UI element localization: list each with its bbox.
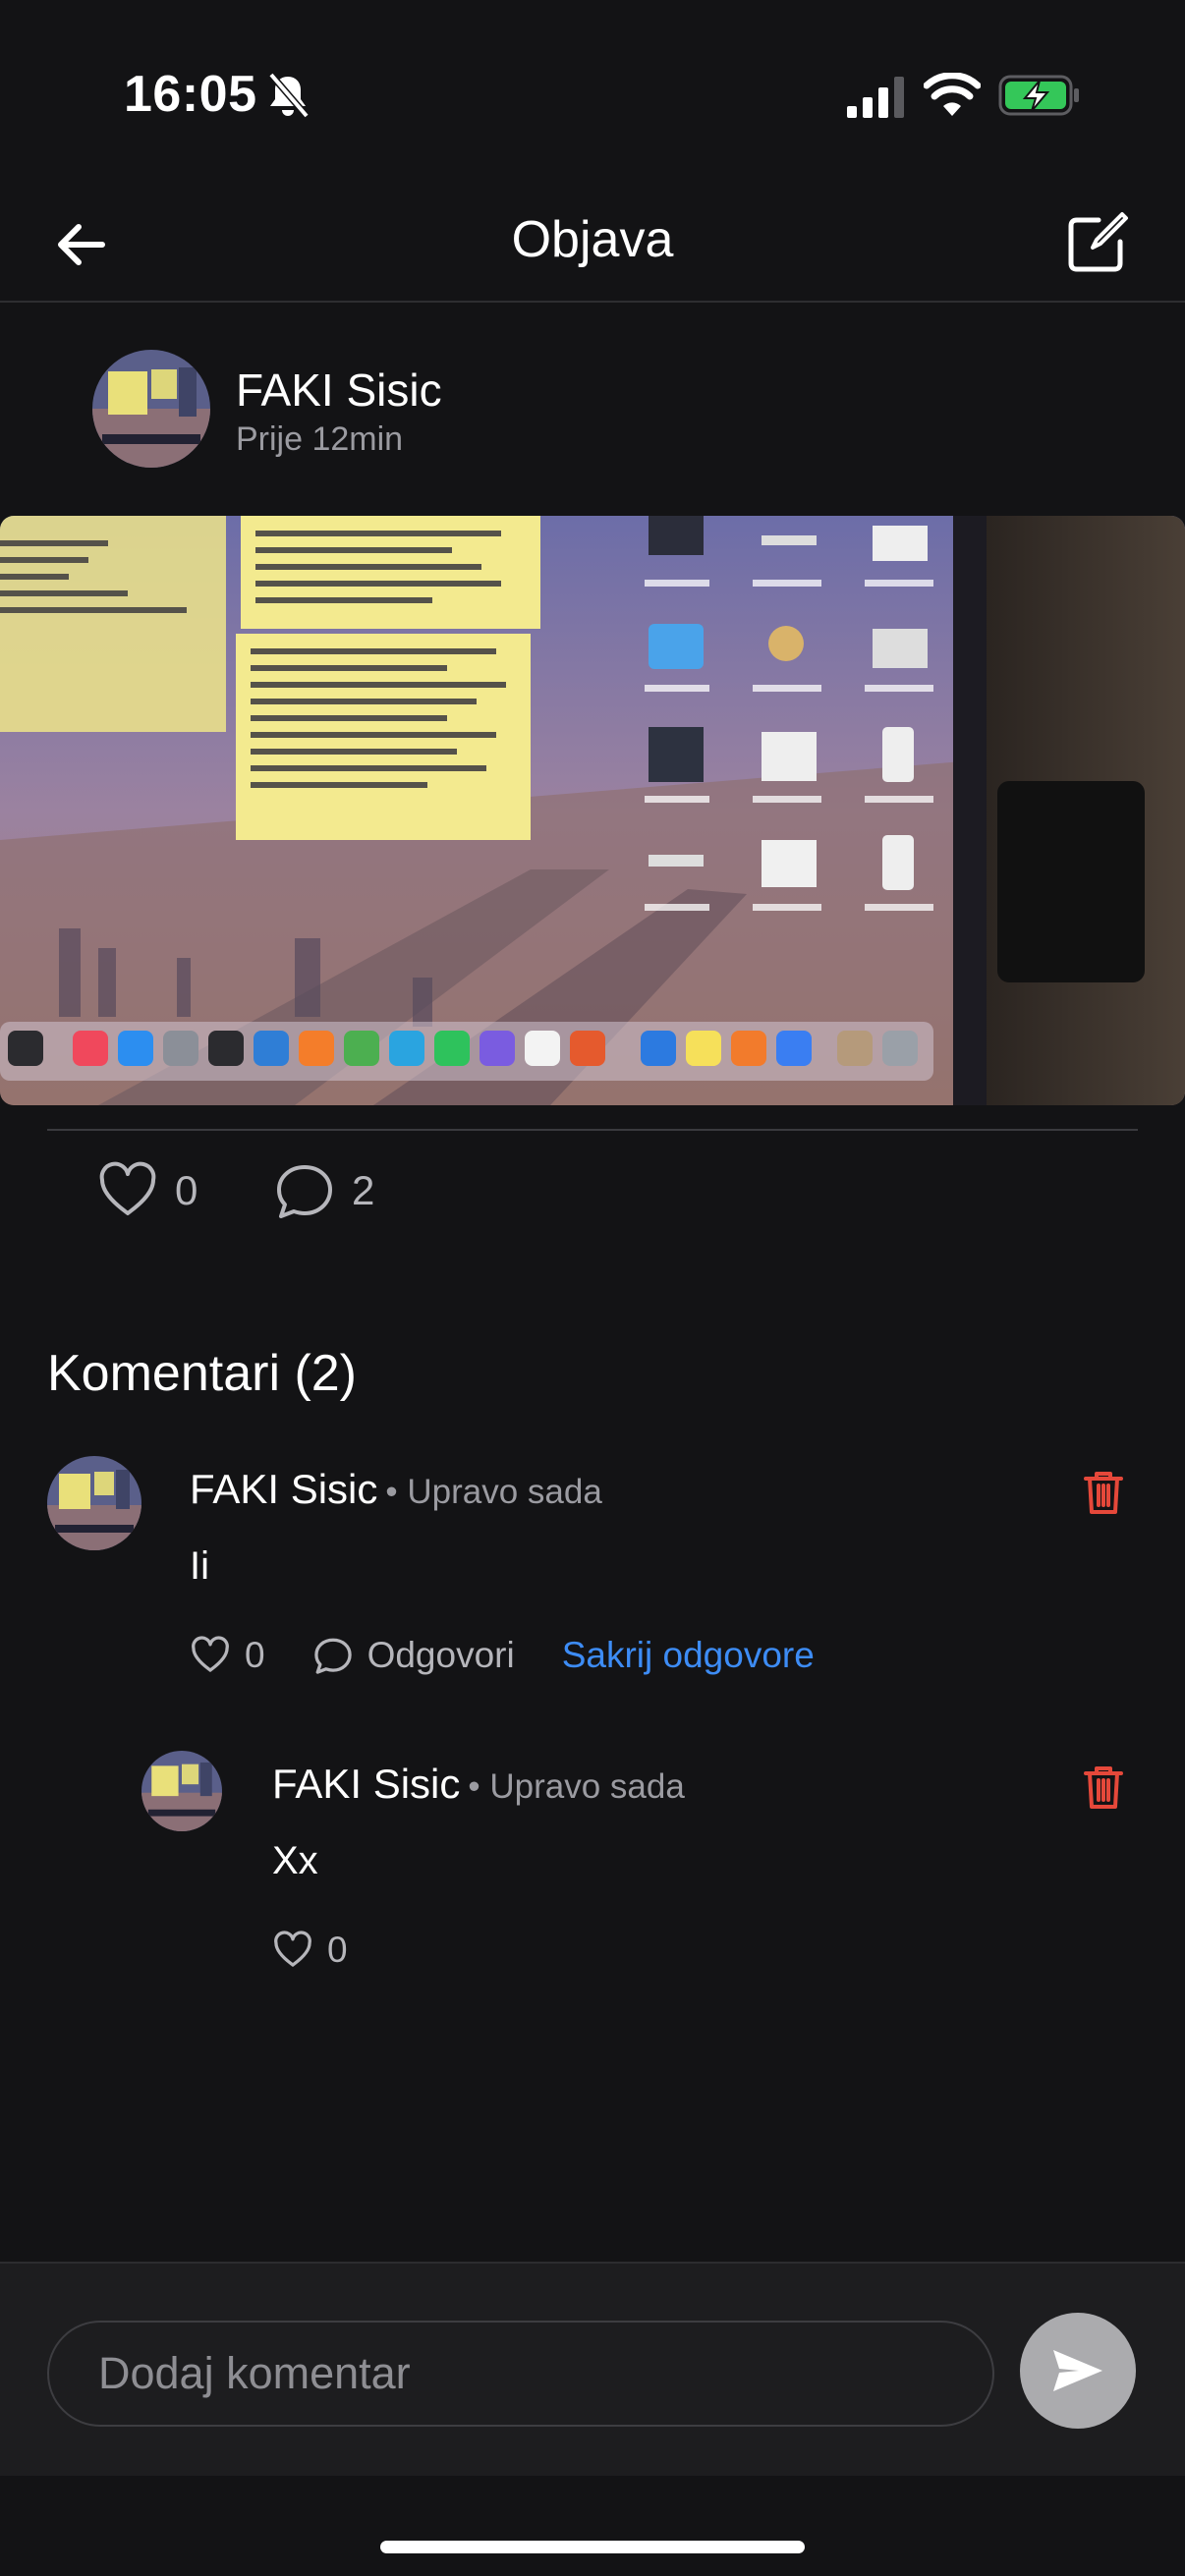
page-title: Objava [511, 211, 674, 268]
reply-like-count: 0 [327, 1930, 348, 1970]
like-button[interactable]: 0 [96, 1159, 198, 1222]
hide-replies-link[interactable]: Sakrij odgovore [562, 1635, 815, 1676]
reply-item: FAKI Sisic • Upravo sada Xx 0 [141, 1751, 1138, 1977]
comment-author-name[interactable]: FAKI Sisic [190, 1466, 377, 1512]
comment-composer [0, 2262, 1185, 2476]
comment-count: 2 [352, 1167, 375, 1213]
signal-icon [847, 77, 904, 118]
comment-text: Ii [190, 1544, 209, 1588]
comment-input[interactable] [49, 2323, 992, 2425]
comment-button[interactable]: 2 [273, 1159, 374, 1222]
heart-icon [99, 1161, 156, 1215]
heart-icon [274, 1931, 311, 1967]
divider [47, 1129, 1138, 1131]
speech-bubble-icon [277, 1165, 332, 1218]
reply-text: Xx [272, 1839, 318, 1882]
avatar[interactable] [92, 350, 210, 468]
post-time: Prije 12min [236, 420, 404, 458]
comment-input-wrapper[interactable] [47, 2321, 994, 2427]
nav-bar: Objava [0, 187, 1185, 303]
comments-title: Komentari (2) [47, 1345, 357, 1402]
wifi-icon [924, 73, 981, 116]
post-image[interactable] [0, 516, 1185, 1105]
reply-author[interactable]: FAKI Sisic • Upravo sada [272, 1761, 685, 1808]
reply-label: Odgovori [367, 1635, 515, 1675]
comment-like-button[interactable]: 0 [190, 1635, 265, 1676]
author-name[interactable]: FAKI Sisic [236, 364, 442, 417]
post-reactions: 0 2 [96, 1149, 686, 1232]
avatar[interactable] [141, 1751, 222, 1831]
comment-item: FAKI Sisic • Upravo sada Ii 0 Odgovori Sa… [47, 1456, 1138, 1692]
comment-actions: 0 Odgovori Sakrij odgovore [190, 1626, 862, 1685]
reply-button[interactable]: Odgovori [312, 1635, 515, 1676]
speech-bubble-icon [313, 1638, 352, 1674]
post-detail-screen: 16:05 Objava FAKI Sisic Prije 12min 0 2 … [0, 0, 1185, 2576]
status-time: 16:05 [124, 66, 257, 123]
send-icon [1053, 2350, 1102, 2391]
trash-icon[interactable] [1079, 1468, 1128, 1517]
home-indicator [380, 2541, 805, 2553]
comment-time: • Upravo sada [385, 1473, 602, 1511]
status-bar: 16:05 [0, 0, 1185, 187]
edit-square-icon[interactable] [1065, 208, 1132, 275]
comment-author[interactable]: FAKI Sisic • Upravo sada [190, 1466, 602, 1513]
post-author[interactable]: FAKI Sisic Prije 12min [92, 350, 1075, 468]
reply-like-button[interactable]: 0 [272, 1930, 348, 1971]
reply-actions: 0 [272, 1921, 395, 1980]
bell-slash-icon [268, 72, 310, 119]
trash-icon[interactable] [1079, 1763, 1128, 1812]
reply-author-name[interactable]: FAKI Sisic [272, 1761, 460, 1807]
send-button[interactable] [1020, 2313, 1136, 2429]
reply-time: • Upravo sada [468, 1767, 685, 1806]
battery-charging-icon [998, 75, 1079, 116]
comment-like-count: 0 [245, 1635, 265, 1675]
like-count: 0 [175, 1167, 198, 1213]
avatar[interactable] [47, 1456, 141, 1550]
heart-icon [192, 1636, 229, 1672]
